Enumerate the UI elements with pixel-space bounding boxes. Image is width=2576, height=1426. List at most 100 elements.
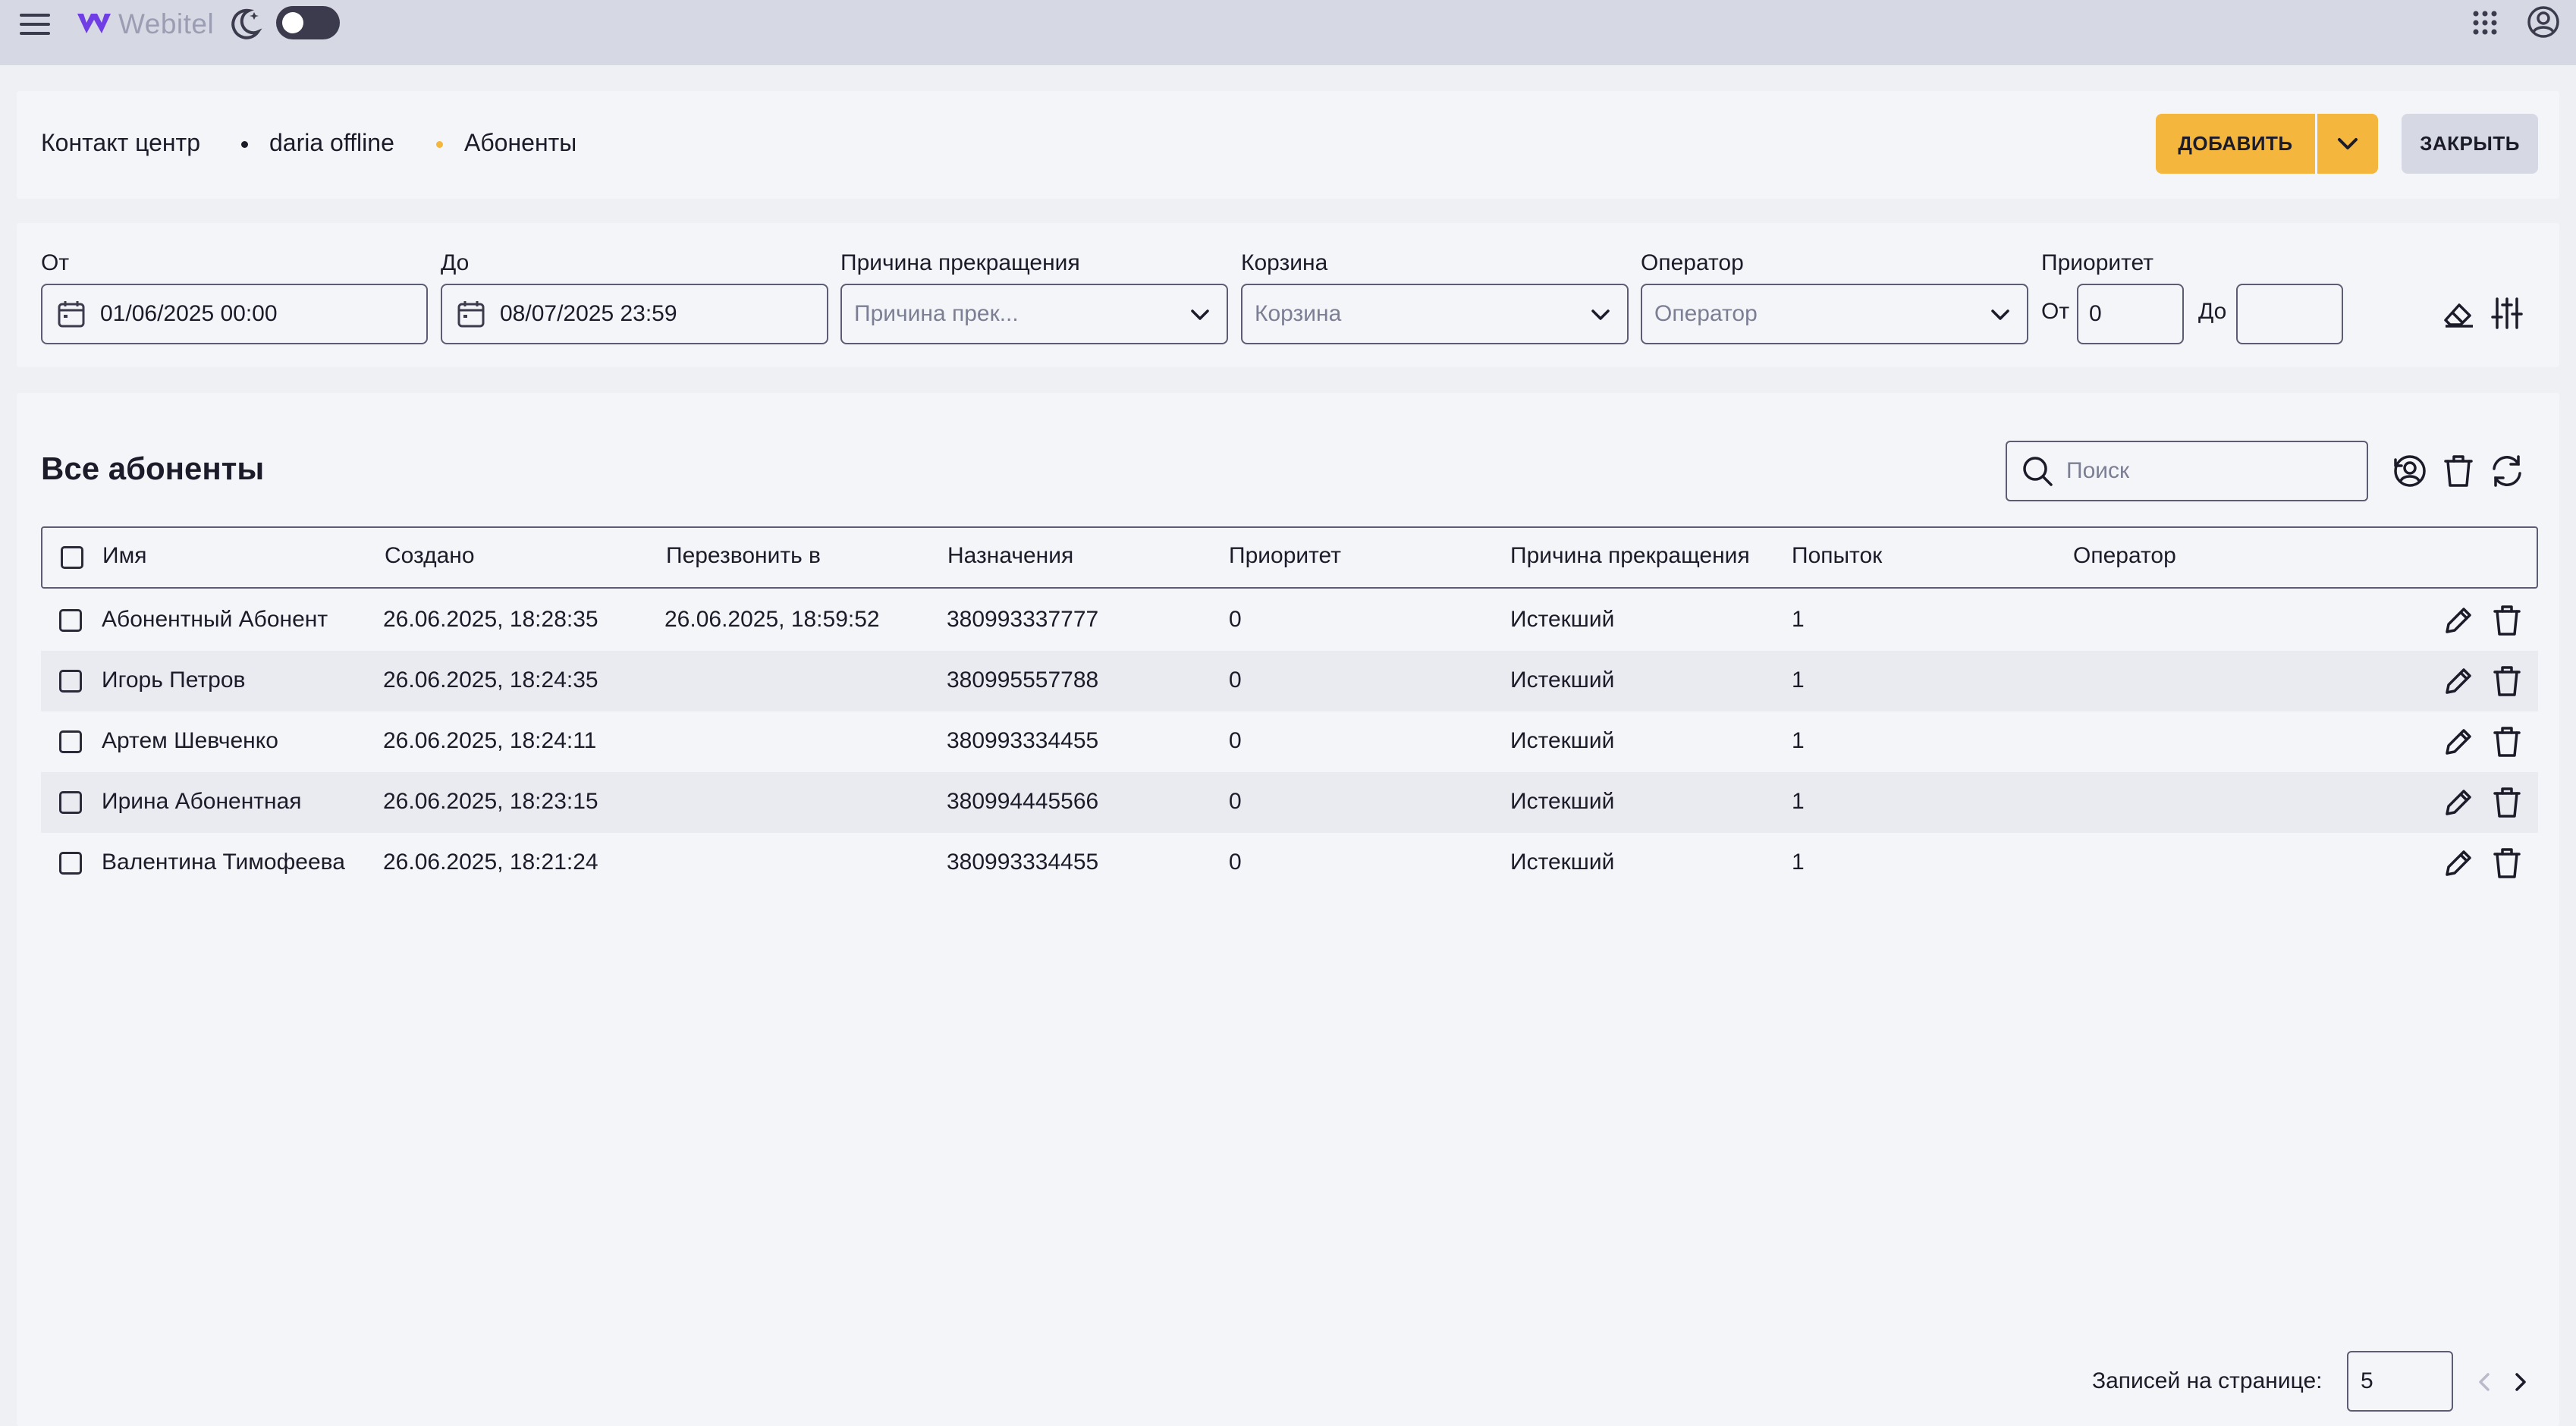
cell-callback: 26.06.2025, 18:59:52: [664, 607, 880, 632]
chevron-down-icon: [1591, 309, 1610, 320]
delete-icon[interactable]: [2490, 603, 2524, 638]
delete-icon[interactable]: [2490, 664, 2524, 699]
breadcrumb-separator-active: [436, 141, 443, 148]
cell-priority: 0: [1229, 789, 1242, 814]
dark-mode-icon: [229, 5, 262, 42]
filter-operator-placeholder: Оператор: [1654, 301, 1758, 326]
cell-destination: 380995557788: [947, 667, 1099, 693]
cell-name: Абонентный Абонент: [102, 607, 328, 632]
filter-from-value: 01/06/2025 00:00: [100, 301, 278, 326]
column-attempts[interactable]: Попыток: [1792, 543, 1882, 569]
cell-name: Игорь Петров: [102, 667, 246, 693]
column-callback[interactable]: Перезвонить в: [666, 543, 821, 569]
breadcrumb-separator: [241, 141, 248, 148]
cell-stop-reason: Истекший: [1510, 607, 1615, 632]
cell-attempts: 1: [1792, 607, 1805, 632]
cell-stop-reason: Истекший: [1510, 789, 1615, 814]
cell-created: 26.06.2025, 18:24:35: [383, 667, 598, 693]
filter-priority-label: Приоритет: [2041, 250, 2153, 275]
filter-settings-icon[interactable]: [2488, 294, 2526, 332]
filter-to-value: 08/07/2025 23:59: [500, 301, 677, 326]
cell-attempts: 1: [1792, 850, 1805, 875]
cell-name: Валентина Тимофеева: [102, 850, 345, 875]
add-options-button[interactable]: [2317, 114, 2378, 174]
chevron-down-icon: [2338, 137, 2358, 149]
chevron-down-icon: [1191, 309, 1209, 320]
filter-from-label: От: [41, 250, 70, 275]
cell-destination: 380994445566: [947, 789, 1099, 814]
dark-mode-toggle[interactable]: [276, 6, 340, 39]
filter-bucket-select[interactable]: Корзина: [1241, 284, 1629, 344]
filter-priority-to-input[interactable]: [2236, 284, 2343, 344]
app-logo[interactable]: Webitel: [76, 8, 215, 39]
delete-icon[interactable]: [2490, 846, 2524, 881]
cell-priority: 0: [1229, 850, 1242, 875]
cell-destination: 380993337777: [947, 607, 1099, 632]
cell-attempts: 1: [1792, 728, 1805, 753]
filter-operator-select[interactable]: Оператор: [1641, 284, 2028, 344]
column-created[interactable]: Создано: [385, 543, 475, 569]
apps-grid-icon[interactable]: [2471, 9, 2499, 36]
row-checkbox[interactable]: [59, 852, 82, 875]
cell-stop-reason: Истекший: [1510, 850, 1615, 875]
search-placeholder: Поиск: [2066, 458, 2130, 483]
cell-priority: 0: [1229, 607, 1242, 632]
filter-to-input[interactable]: 08/07/2025 23:59: [441, 284, 828, 344]
filter-priority-from-input[interactable]: 0: [2077, 284, 2184, 344]
delete-all-icon[interactable]: [2439, 452, 2477, 490]
row-checkbox[interactable]: [59, 730, 82, 753]
column-operator[interactable]: Оператор: [2073, 543, 2176, 569]
next-page-icon[interactable]: [2506, 1368, 2534, 1396]
breadcrumb-members: Абоненты: [464, 129, 577, 156]
account-icon[interactable]: [2526, 5, 2561, 39]
filter-priority-from-label: От: [2041, 299, 2070, 324]
page-title: Все абоненты: [41, 451, 265, 486]
row-checkbox[interactable]: [59, 609, 82, 632]
calendar-icon: [58, 301, 85, 328]
cell-priority: 0: [1229, 667, 1242, 693]
cell-attempts: 1: [1792, 667, 1805, 693]
row-checkbox[interactable]: [59, 791, 82, 814]
filter-reason-select[interactable]: Причина прек...: [840, 284, 1228, 344]
filter-operator-label: Оператор: [1641, 250, 1744, 275]
logo-text: Webitel: [118, 8, 215, 39]
filter-bucket-label: Корзина: [1241, 250, 1328, 275]
webitel-logo-icon: [77, 14, 111, 33]
delete-icon[interactable]: [2490, 785, 2524, 820]
menu-icon[interactable]: [17, 8, 55, 41]
cell-created: 26.06.2025, 18:21:24: [383, 850, 598, 875]
column-destinations[interactable]: Назначения: [947, 543, 1073, 569]
add-button[interactable]: ДОБАВИТЬ: [2156, 114, 2315, 174]
reset-members-icon[interactable]: [2391, 452, 2429, 490]
edit-icon[interactable]: [2441, 603, 2476, 638]
breadcrumb-contact-center[interactable]: Контакт центр: [41, 129, 200, 157]
cell-name: Артем Шевченко: [102, 728, 278, 753]
edit-icon[interactable]: [2441, 785, 2476, 820]
per-page-input[interactable]: 5: [2347, 1351, 2453, 1412]
refresh-icon[interactable]: [2488, 452, 2526, 490]
cell-destination: 380993334455: [947, 850, 1099, 875]
select-all-checkbox[interactable]: [61, 546, 83, 569]
cell-created: 26.06.2025, 18:23:15: [383, 789, 598, 814]
edit-icon[interactable]: [2441, 846, 2476, 881]
column-name[interactable]: Имя: [102, 543, 146, 569]
clear-filters-icon[interactable]: [2439, 294, 2477, 332]
filter-to-label: До: [441, 250, 470, 275]
edit-icon[interactable]: [2441, 664, 2476, 699]
cell-created: 26.06.2025, 18:28:35: [383, 607, 598, 632]
edit-icon[interactable]: [2441, 724, 2476, 759]
row-checkbox[interactable]: [59, 670, 82, 693]
search-input[interactable]: Поиск: [2006, 441, 2368, 501]
delete-icon[interactable]: [2490, 724, 2524, 759]
close-button[interactable]: ЗАКРЫТЬ: [2402, 114, 2538, 174]
filter-priority-from-value: 0: [2089, 301, 2102, 326]
breadcrumb-queue[interactable]: daria offline: [269, 129, 394, 157]
prev-page-icon[interactable]: [2471, 1368, 2499, 1396]
column-stop-reason[interactable]: Причина прекращения: [1510, 543, 1750, 569]
column-priority[interactable]: Приоритет: [1229, 543, 1341, 569]
filter-from-input[interactable]: 01/06/2025 00:00: [41, 284, 428, 344]
cell-priority: 0: [1229, 728, 1242, 753]
cell-attempts: 1: [1792, 789, 1805, 814]
top-app-bar: [0, 0, 2576, 65]
cell-stop-reason: Истекший: [1510, 728, 1615, 753]
